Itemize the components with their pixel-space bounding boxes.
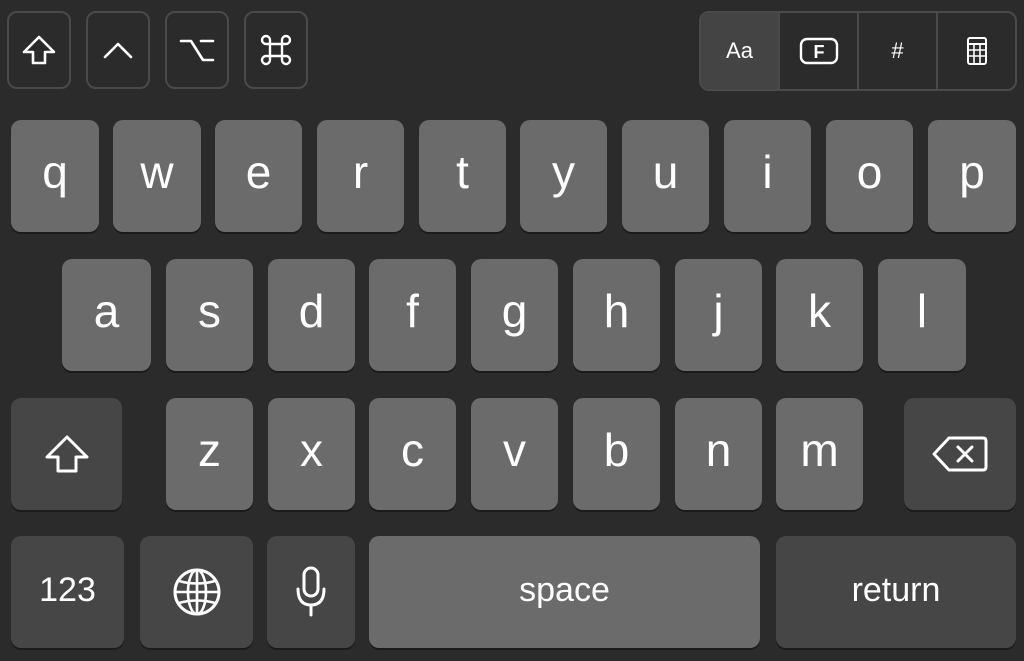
key-label: q: [42, 146, 68, 198]
globe-key[interactable]: [140, 536, 253, 648]
key-p[interactable]: p: [928, 120, 1016, 232]
option-icon: [179, 39, 215, 62]
numbers-key-label: 123: [39, 571, 96, 609]
key-label: k: [808, 285, 831, 337]
toolbar-shift-button[interactable]: [7, 11, 71, 89]
key-label: x: [300, 424, 323, 476]
shift-outline-icon: [22, 35, 56, 65]
key-label: v: [503, 424, 526, 476]
layout-mode-function-keys[interactable]: F: [778, 13, 857, 89]
key-label: w: [140, 146, 174, 198]
toolbar-option-button[interactable]: [165, 11, 229, 89]
key-t[interactable]: t: [419, 120, 506, 232]
keyboard: Aa F # q w e r t y u i o p a s d f g h j…: [0, 0, 1024, 661]
key-label: g: [501, 285, 528, 337]
key-label: f: [406, 285, 419, 337]
key-s[interactable]: s: [166, 259, 253, 371]
key-label: t: [456, 146, 469, 198]
space-key-label: space: [519, 571, 610, 609]
key-label: n: [705, 424, 732, 476]
key-label: r: [352, 146, 369, 198]
key-g[interactable]: g: [471, 259, 558, 371]
key-k[interactable]: k: [776, 259, 863, 371]
key-x[interactable]: x: [268, 398, 355, 510]
key-e[interactable]: e: [215, 120, 302, 232]
return-key[interactable]: return: [776, 536, 1016, 648]
keypad-icon: [966, 37, 987, 65]
delete-backspace-icon: [932, 436, 988, 472]
key-o[interactable]: o: [826, 120, 913, 232]
key-label: z: [198, 424, 221, 476]
key-i[interactable]: i: [724, 120, 811, 232]
layout-mode-letters-label: Aa: [726, 38, 753, 63]
key-label: j: [713, 285, 724, 337]
key-label: h: [603, 285, 630, 337]
key-label: y: [552, 146, 575, 198]
key-n[interactable]: n: [675, 398, 762, 510]
key-q[interactable]: q: [11, 120, 99, 232]
key-label: p: [959, 146, 985, 198]
key-label: o: [856, 146, 883, 198]
globe-icon: [173, 568, 220, 616]
key-label: s: [198, 285, 221, 337]
key-label: u: [652, 146, 679, 198]
space-key[interactable]: space: [369, 536, 760, 648]
dictation-key[interactable]: [267, 536, 355, 648]
toolbar-control-button[interactable]: [86, 11, 150, 89]
key-f[interactable]: f: [369, 259, 456, 371]
toolbar-command-button[interactable]: [244, 11, 308, 89]
function-keys-icon: F: [799, 37, 838, 65]
key-y[interactable]: y: [520, 120, 607, 232]
key-label: c: [401, 424, 424, 476]
key-h[interactable]: h: [573, 259, 660, 371]
function-keys-label: F: [813, 42, 824, 62]
shift-key[interactable]: [11, 398, 122, 510]
key-c[interactable]: c: [369, 398, 456, 510]
command-icon: [260, 34, 292, 66]
microphone-icon: [296, 566, 326, 617]
key-label: l: [916, 285, 928, 337]
key-l[interactable]: l: [878, 259, 966, 371]
numbers-key[interactable]: 123: [11, 536, 124, 648]
delete-key[interactable]: [904, 398, 1016, 510]
key-j[interactable]: j: [675, 259, 762, 371]
key-label: i: [762, 146, 773, 198]
key-a[interactable]: a: [62, 259, 151, 371]
key-d[interactable]: d: [268, 259, 355, 371]
key-b[interactable]: b: [573, 398, 660, 510]
key-label: e: [245, 146, 272, 198]
key-z[interactable]: z: [166, 398, 253, 510]
layout-mode-letters[interactable]: Aa: [701, 13, 778, 89]
control-caret-icon: [103, 42, 133, 59]
key-label: b: [603, 424, 630, 476]
key-label: m: [800, 424, 839, 476]
key-v[interactable]: v: [471, 398, 558, 510]
key-r[interactable]: r: [317, 120, 404, 232]
shift-outline-icon: [45, 435, 88, 473]
key-m[interactable]: m: [776, 398, 863, 510]
key-u[interactable]: u: [622, 120, 709, 232]
layout-mode-symbols[interactable]: #: [857, 13, 936, 89]
return-key-label: return: [851, 571, 941, 609]
layout-mode-keypad[interactable]: [936, 13, 1015, 89]
key-label: d: [298, 285, 325, 337]
layout-mode-segmented-control: Aa F #: [699, 11, 1017, 91]
layout-mode-symbols-label: #: [891, 38, 904, 63]
key-w[interactable]: w: [113, 120, 201, 232]
key-label: a: [93, 285, 120, 337]
